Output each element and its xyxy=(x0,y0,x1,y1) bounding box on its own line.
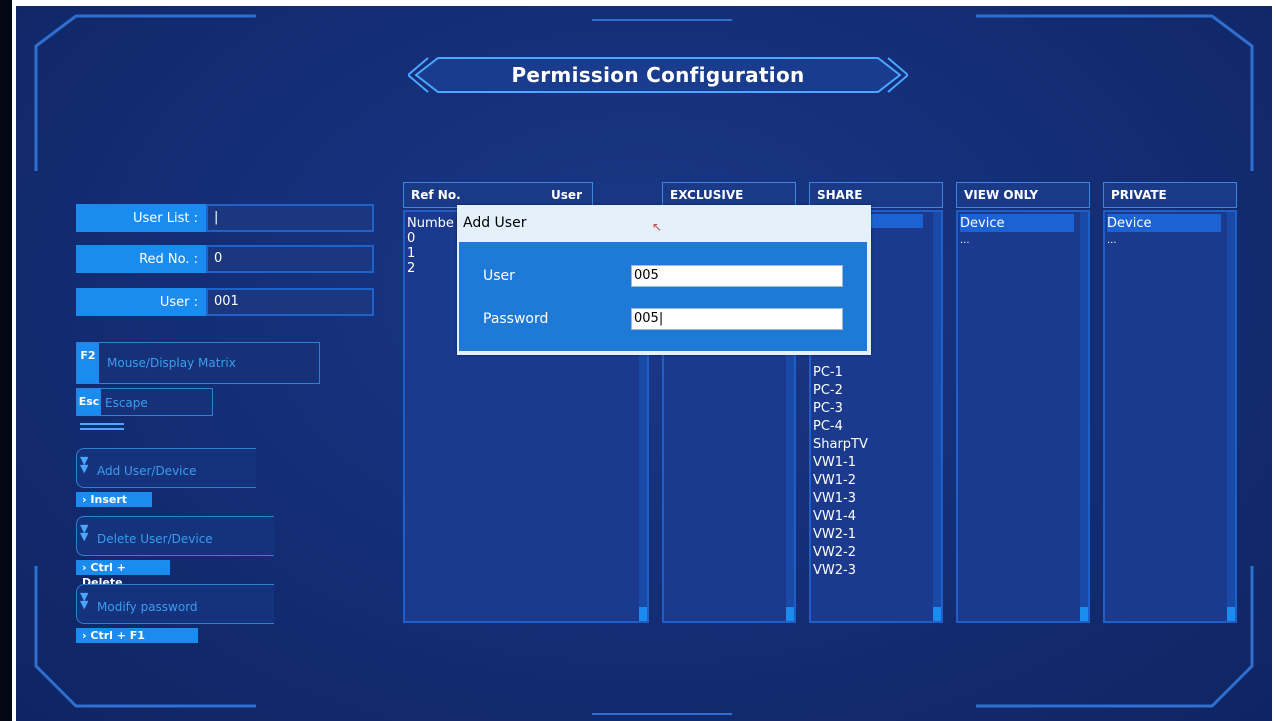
password-input[interactable]: 005| xyxy=(631,308,843,330)
delete-user-device-label: Delete User/Device xyxy=(97,532,213,546)
delete-user-device-button[interactable]: ▼ ▼ Delete User/Device xyxy=(76,516,274,556)
chevron-down-icon: ▼ ▼ xyxy=(80,590,89,611)
list-item[interactable]: 0 xyxy=(407,231,454,246)
dialog-body: User 005 Password 005| xyxy=(459,242,867,351)
list-item[interactable]: 1 xyxy=(407,246,454,261)
mouse-cursor-icon: ↖ xyxy=(652,220,663,234)
add-user-dialog: Add User ↖ User 005 Password 005| xyxy=(457,205,871,355)
ctrl-f1-shortcut: › Ctrl + F1 xyxy=(76,628,198,643)
list-item[interactable]: ... xyxy=(1107,233,1151,248)
list-item[interactable]: Numbe xyxy=(407,216,454,231)
f2-key: F2 xyxy=(77,343,99,383)
ref-no-label: Red No. : xyxy=(76,245,206,273)
add-user-device-button[interactable]: ▼ ▼ Add User/Device xyxy=(76,448,256,488)
chevron-down-icon: ▼ ▼ xyxy=(80,454,89,475)
list-item[interactable]: VW2-3 xyxy=(813,562,868,580)
divider-lines xyxy=(80,423,124,430)
window-edge xyxy=(0,0,12,721)
mouse-display-matrix-label: Mouse/Display Matrix xyxy=(107,356,236,370)
view-only-column-header: VIEW ONLY xyxy=(956,182,1090,208)
scrollbar[interactable] xyxy=(933,212,941,621)
list-item[interactable]: PC-2 xyxy=(813,382,868,400)
list-item[interactable]: PC-3 xyxy=(813,400,868,418)
page-title: Permission Configuration xyxy=(511,63,805,87)
esc-key: Esc xyxy=(77,389,101,415)
dialog-title: Add User xyxy=(463,215,527,231)
escape-label: Escape xyxy=(105,396,148,410)
list-item[interactable]: VW1-2 xyxy=(813,472,868,490)
insert-shortcut-label: Insert xyxy=(90,493,128,506)
list-item[interactable]: Device xyxy=(1107,215,1151,233)
list-item[interactable]: SharpTV xyxy=(813,436,868,454)
mouse-display-matrix-button[interactable]: F2 Mouse/Display Matrix xyxy=(76,342,320,384)
app-frame: Permission Configuration User List : | R… xyxy=(16,6,1272,721)
page-title-banner: Permission Configuration xyxy=(408,55,908,95)
list-item[interactable]: 2 xyxy=(407,261,454,276)
password-label: Password xyxy=(483,311,549,327)
list-item[interactable]: VW1-4 xyxy=(813,508,868,526)
view-only-list[interactable]: Device ... xyxy=(956,210,1090,623)
user-list-field[interactable]: User List : | xyxy=(76,204,376,232)
list-item[interactable]: ... xyxy=(960,233,1004,248)
list-item[interactable]: VW1-1 xyxy=(813,454,868,472)
user-input[interactable]: 001 xyxy=(206,288,374,316)
user-list-input[interactable]: | xyxy=(206,204,374,232)
user-label: User : xyxy=(76,288,206,316)
ref-no-field[interactable]: Red No. : 0 xyxy=(76,245,376,273)
ref-no-header: Ref No. xyxy=(411,188,461,202)
private-list[interactable]: Device ... xyxy=(1103,210,1237,623)
scrollbar[interactable] xyxy=(1080,212,1088,621)
add-user-device-label: Add User/Device xyxy=(97,464,197,478)
chevron-right-icon: › xyxy=(82,629,87,642)
escape-button[interactable]: Esc Escape xyxy=(76,388,213,416)
list-item[interactable]: VW2-1 xyxy=(813,526,868,544)
user-input[interactable]: 005 xyxy=(631,265,843,287)
list-item[interactable]: Device xyxy=(960,215,1004,233)
user-header: User xyxy=(551,188,582,202)
private-column-header: PRIVATE xyxy=(1103,182,1237,208)
list-item[interactable]: PC-1 xyxy=(813,364,868,382)
ctrl-f1-shortcut-label: Ctrl + F1 xyxy=(90,629,145,642)
chevron-right-icon: › xyxy=(82,493,87,506)
scrollbar[interactable] xyxy=(1227,212,1235,621)
user-field[interactable]: User : 001 xyxy=(76,288,376,316)
user-list-label: User List : xyxy=(76,204,206,232)
user-label: User xyxy=(483,268,515,284)
list-item[interactable]: PC-4 xyxy=(813,418,868,436)
insert-shortcut: › Insert xyxy=(76,492,152,507)
ref-no-input[interactable]: 0 xyxy=(206,245,374,273)
ctrl-delete-shortcut: › Ctrl + Delete xyxy=(76,560,170,589)
chevron-right-icon: › xyxy=(82,561,87,574)
list-item[interactable]: VW1-3 xyxy=(813,490,868,508)
modify-password-button[interactable]: ▼ ▼ Modify password xyxy=(76,584,274,624)
chevron-down-icon: ▼ ▼ xyxy=(80,522,89,543)
list-item[interactable]: VW2-2 xyxy=(813,544,868,562)
modify-password-label: Modify password xyxy=(97,600,198,614)
